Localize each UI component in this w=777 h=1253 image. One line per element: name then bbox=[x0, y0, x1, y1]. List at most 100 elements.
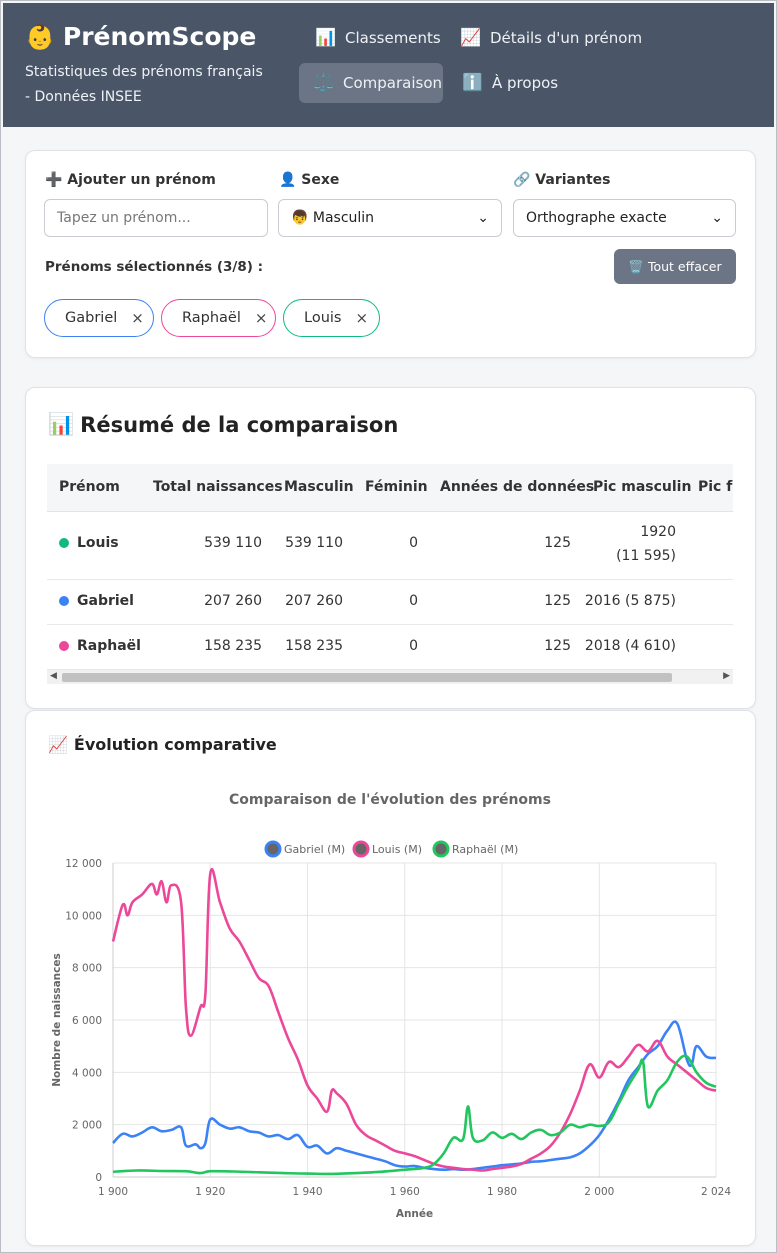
row-total: 207 260 bbox=[204, 593, 262, 609]
trend-chart-icon: 📈 bbox=[460, 28, 482, 48]
y-tick-label: 8 000 bbox=[72, 963, 102, 975]
app-subtitle: Statistiques des prénoms français - Donn… bbox=[25, 64, 263, 105]
col-prenom[interactable]: Prénom bbox=[59, 479, 120, 495]
evolution-chart: Comparaison de l'évolution des prénoms 0 2… bbox=[51, 792, 731, 1220]
row-peak-value: (11 595) bbox=[616, 548, 676, 564]
row-years: 125 bbox=[544, 638, 571, 654]
col-feminin[interactable]: Féminin bbox=[365, 479, 428, 495]
app-title-text: PrénomScope bbox=[62, 22, 257, 51]
row-fem: 0 bbox=[409, 593, 418, 609]
y-tick-label: 10 000 bbox=[65, 910, 102, 922]
chip-label: Gabriel bbox=[65, 310, 118, 326]
evolution-card: 📈 Évolution comparative Comparaison de l… bbox=[25, 710, 756, 1246]
y-tick-label: 2 000 bbox=[72, 1120, 102, 1132]
close-icon[interactable]: × bbox=[355, 309, 368, 327]
chip-louis: Louis × bbox=[283, 299, 380, 337]
chart-title: Comparaison de l'évolution des prénoms bbox=[229, 792, 551, 808]
color-dot bbox=[59, 596, 69, 606]
nav-details-prenom[interactable]: 📈 Détails d'un prénom bbox=[446, 18, 656, 58]
col-annees[interactable]: Années de données bbox=[440, 479, 594, 495]
chevron-down-icon: ⌄ bbox=[477, 210, 489, 226]
row-name-text: Louis bbox=[77, 535, 119, 551]
x-tick-label: 1 900 bbox=[98, 1186, 128, 1198]
summary-title-text: Résumé de la comparaison bbox=[80, 412, 399, 437]
chip-raphael: Raphaël × bbox=[161, 299, 276, 337]
row-name-text: Raphaël bbox=[77, 638, 141, 654]
nav-classements[interactable]: 📊 Classements bbox=[301, 18, 455, 58]
name-search-input[interactable]: Tapez un prénom... bbox=[44, 199, 268, 237]
series-line-1 bbox=[112, 1020, 717, 1171]
y-tick-label: 6 000 bbox=[72, 1015, 102, 1027]
row-fem: 0 bbox=[409, 638, 418, 654]
row-name-text: Gabriel bbox=[77, 593, 134, 609]
row-name: Louis bbox=[59, 535, 119, 551]
row-years: 125 bbox=[544, 593, 571, 609]
row-peak-year: 1920 bbox=[640, 524, 676, 540]
balance-scale-icon: ⚖️ bbox=[313, 73, 335, 93]
x-tick-label: 1 920 bbox=[195, 1186, 225, 1198]
x-tick-label: 2 000 bbox=[584, 1186, 614, 1198]
add-name-label: ➕ Ajouter un prénom bbox=[45, 172, 216, 188]
selected-names-label: Prénoms sélectionnés (3/8) : bbox=[45, 259, 263, 275]
row-peak: 2016 (5 875) bbox=[584, 593, 676, 609]
row-name: Raphaël bbox=[59, 638, 141, 654]
variants-select[interactable]: Orthographe exacte ⌄ bbox=[513, 199, 736, 237]
summary-card: 📊 Résumé de la comparaison Prénom Total … bbox=[25, 387, 756, 709]
row-masc: 158 235 bbox=[285, 638, 343, 654]
legend-label: Louis (M) bbox=[372, 843, 422, 856]
horizontal-scrollbar[interactable]: ◀ ▶ bbox=[47, 670, 733, 684]
x-tick-label: 1 960 bbox=[390, 1186, 420, 1198]
nav-comparaison[interactable]: ⚖️ Comparaison bbox=[299, 63, 443, 103]
x-axis-label: Année bbox=[396, 1208, 433, 1220]
legend-marker bbox=[264, 840, 282, 858]
y-tick-label: 0 bbox=[95, 1172, 102, 1184]
app-header: 👶 PrénomScope Statistiques des prénoms f… bbox=[3, 3, 774, 127]
nav-a-propos[interactable]: ℹ️ À propos bbox=[448, 63, 572, 103]
clear-all-label: Tout effacer bbox=[647, 259, 722, 274]
col-masculin[interactable]: Masculin bbox=[284, 479, 354, 495]
controls-card: ➕ Ajouter un prénom Tapez un prénom... 👤… bbox=[25, 150, 756, 358]
row-years: 125 bbox=[544, 535, 571, 551]
col-pic-masculin[interactable]: Pic masculin bbox=[593, 479, 691, 495]
col-pic-feminin[interactable]: Pic fé bbox=[698, 479, 733, 495]
sex-select-value: 👦 Masculin bbox=[291, 210, 375, 226]
color-dot bbox=[59, 641, 69, 651]
variants-label: 🔗 Variantes bbox=[513, 172, 611, 188]
trash-icon: 🗑️ bbox=[628, 258, 644, 274]
y-tick-label: 4 000 bbox=[72, 1067, 102, 1079]
row-total: 158 235 bbox=[204, 638, 262, 654]
chip-label: Raphaël bbox=[182, 310, 241, 326]
legend-marker bbox=[352, 840, 370, 858]
nav-classements-label: Classements bbox=[345, 29, 441, 47]
close-icon[interactable]: × bbox=[131, 309, 144, 327]
chip-gabriel: Gabriel × bbox=[44, 299, 154, 337]
info-icon: ℹ️ bbox=[462, 73, 484, 93]
scrollbar-thumb[interactable] bbox=[62, 673, 672, 682]
bar-chart-icon: 📊 bbox=[315, 28, 337, 48]
summary-table: Prénom Total naissances Masculin Féminin… bbox=[47, 464, 733, 686]
y-tick-label: 12 000 bbox=[65, 858, 102, 870]
scroll-left-icon[interactable]: ◀ bbox=[50, 671, 57, 681]
col-total[interactable]: Total naissances bbox=[153, 479, 283, 495]
table-row: Raphaël 158 235 158 235 0 125 2018 (4 61… bbox=[47, 625, 733, 670]
y-axis-label: Nombre de naissances bbox=[51, 953, 63, 1087]
legend-label: Gabriel (M) bbox=[284, 843, 345, 856]
x-tick-label: 2 024 bbox=[701, 1186, 731, 1198]
nav-comparaison-label: Comparaison bbox=[343, 74, 443, 92]
row-masc: 207 260 bbox=[285, 593, 343, 609]
variants-select-value: Orthographe exacte bbox=[526, 210, 667, 226]
table-row: Louis 539 110 539 110 0 125 1920 (11 595… bbox=[47, 511, 733, 580]
legend-marker bbox=[432, 840, 450, 858]
clear-all-button[interactable]: 🗑️ Tout effacer bbox=[614, 249, 736, 284]
app-title[interactable]: 👶 PrénomScope bbox=[25, 22, 256, 51]
row-name: Gabriel bbox=[59, 593, 134, 609]
nav-apropos-label: À propos bbox=[492, 74, 559, 92]
sex-select[interactable]: 👦 Masculin ⌄ bbox=[278, 199, 502, 237]
x-tick-label: 1 980 bbox=[487, 1186, 517, 1198]
row-fem: 0 bbox=[409, 535, 418, 551]
close-icon[interactable]: × bbox=[255, 309, 268, 327]
summary-title: 📊 Résumé de la comparaison bbox=[48, 412, 398, 437]
sex-label: 👤 Sexe bbox=[279, 172, 340, 188]
color-dot bbox=[59, 538, 69, 548]
scroll-right-icon[interactable]: ▶ bbox=[723, 671, 730, 681]
